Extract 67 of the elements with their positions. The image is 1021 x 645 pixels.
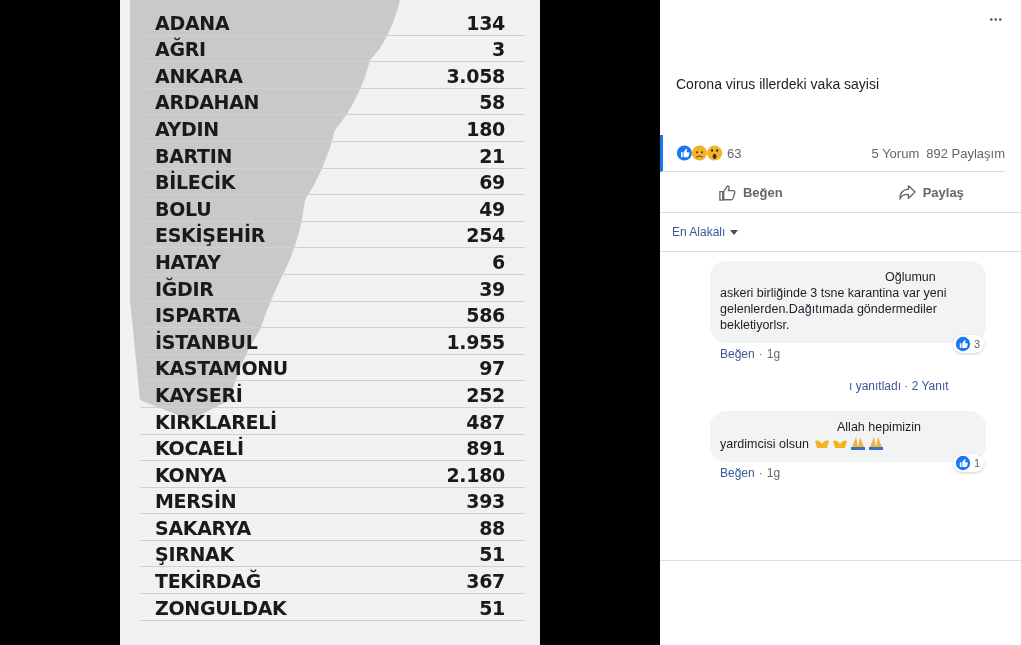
case-count: 134 xyxy=(466,11,505,35)
comment-text: Oğlumun askeri birliğinde 3 tsne karantina var yeni gelenlerden.Dağıtımada göndermediler bekletiyorlsr. xyxy=(720,270,947,332)
like-link[interactable]: Beğen xyxy=(720,347,755,361)
case-count: 254 xyxy=(466,224,505,248)
case-count: 88 xyxy=(479,516,505,540)
comment-age: 1g xyxy=(766,347,781,361)
province-name: ARDAHAN xyxy=(155,91,260,115)
post-text: Corona virus illerdeki vaka sayisi xyxy=(675,75,881,94)
province-name: ZONGULDAK xyxy=(155,596,287,620)
province-name: HATAY xyxy=(155,250,221,274)
case-count: 69 xyxy=(479,171,505,195)
province-name: IĞDIR xyxy=(155,277,214,301)
case-count: 2.180 xyxy=(446,463,505,487)
province-name: BİLECİK xyxy=(155,171,236,195)
case-count: 49 xyxy=(479,197,505,221)
like-count-badge[interactable]: 1 xyxy=(952,454,984,472)
case-count: 252 xyxy=(466,383,505,407)
province-name: KAYSERİ xyxy=(155,383,243,407)
province-name: KIRKLARELİ xyxy=(155,410,277,434)
thumbs-up-icon xyxy=(717,182,737,202)
case-count: 1.955 xyxy=(446,330,505,354)
province-name: KASTAMONU xyxy=(155,357,288,381)
more-options-button[interactable]: ••• xyxy=(989,14,1003,28)
separator-dot: · xyxy=(758,347,763,361)
replies-link[interactable]: ı yanıtladı · 2 Yanıt xyxy=(849,379,1021,393)
province-name: TEKİRDAĞ xyxy=(155,570,262,594)
province-name: AĞRI xyxy=(155,38,206,62)
province-name: AYDIN xyxy=(155,117,219,141)
like-count-badge[interactable]: 3 xyxy=(952,335,984,353)
separator-dot: · xyxy=(758,466,763,480)
province-name: BOLU xyxy=(155,197,212,221)
case-count: 51 xyxy=(479,596,505,620)
like-link[interactable]: Beğen xyxy=(720,466,755,480)
share-count[interactable]: 892 Paylaşım xyxy=(926,145,1005,161)
case-count: 6 xyxy=(492,250,505,274)
sort-dropdown[interactable]: En Alakalı xyxy=(672,225,739,239)
province-name: MERSİN xyxy=(155,490,237,514)
comment-age: 1g xyxy=(766,466,781,480)
case-count: 586 xyxy=(466,304,505,328)
comment-count[interactable]: 5 Yorum xyxy=(871,145,920,161)
case-count: 51 xyxy=(479,543,505,567)
province-name: BARTIN xyxy=(155,144,233,168)
share-arrow-icon xyxy=(897,182,917,202)
province-name: İSTANBUL xyxy=(155,330,258,354)
case-count: 393 xyxy=(466,490,505,514)
case-count: 21 xyxy=(479,144,505,168)
case-count: 180 xyxy=(466,117,505,141)
province-name: ŞIRNAK xyxy=(155,543,234,567)
province-name: KONYA xyxy=(155,463,227,487)
case-count: 97 xyxy=(479,357,505,381)
province-name: ANKARA xyxy=(155,64,243,88)
province-name: ADANA xyxy=(155,11,230,35)
case-count: 891 xyxy=(466,437,505,461)
province-name: SAKARYA xyxy=(155,516,251,540)
caret-icon xyxy=(730,229,739,235)
province-name: ISPARTA xyxy=(155,304,241,328)
province-name: ESKİŞEHİR xyxy=(155,224,266,248)
comment-text: Allah hepimizin yardimcisi olsun xyxy=(720,420,922,451)
case-count: 39 xyxy=(479,277,505,301)
case-count: 3.058 xyxy=(446,64,505,88)
case-count: 3 xyxy=(492,38,505,62)
reaction-count[interactable]: 63 xyxy=(727,145,742,161)
case-count: 367 xyxy=(466,570,505,594)
reactions-icon[interactable] xyxy=(676,143,723,163)
case-count: 487 xyxy=(466,410,505,434)
province-name: KOCAELİ xyxy=(155,437,244,461)
case-count: 58 xyxy=(479,91,505,115)
